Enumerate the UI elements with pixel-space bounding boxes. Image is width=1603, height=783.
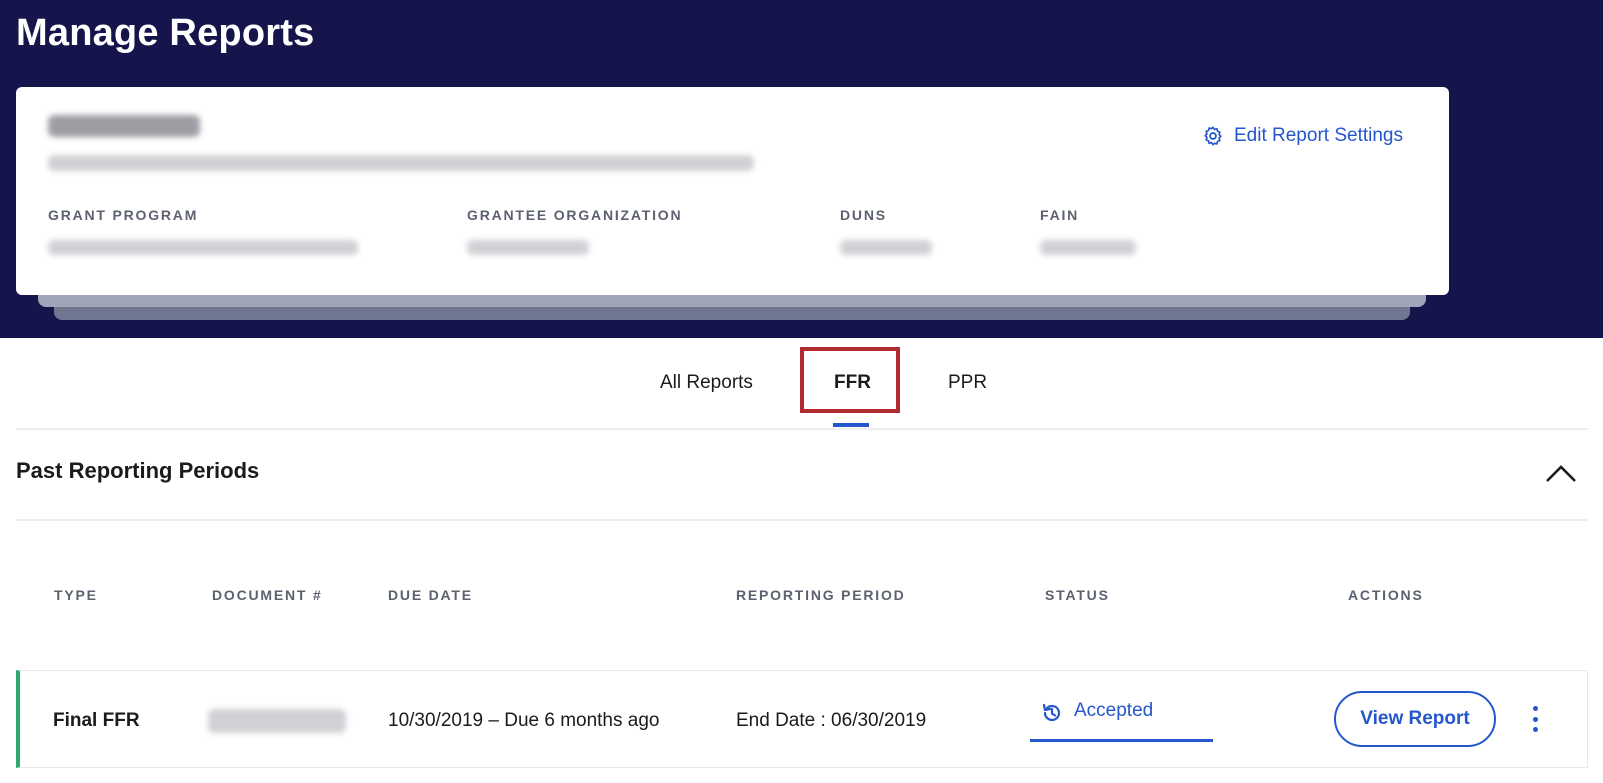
gear-icon bbox=[1204, 126, 1222, 146]
active-tab-indicator bbox=[833, 423, 869, 427]
column-header-type: TYPE bbox=[54, 587, 98, 603]
column-header-status: STATUS bbox=[1045, 587, 1110, 603]
redacted-grant-id bbox=[48, 115, 200, 137]
grant-summary-card: Edit Report Settings GRANT PROGRAM GRANT… bbox=[16, 87, 1449, 295]
redacted-duns bbox=[840, 240, 932, 255]
column-header-document: DOCUMENT # bbox=[212, 587, 323, 603]
status-label: Accepted bbox=[1074, 700, 1154, 721]
redacted-document-number bbox=[208, 709, 346, 733]
history-icon bbox=[1042, 703, 1061, 722]
column-header-reporting-period: REPORTING PERIOD bbox=[736, 587, 906, 603]
page-title: Manage Reports bbox=[16, 12, 315, 54]
section-divider bbox=[16, 519, 1588, 521]
page-header: Manage Reports Edit Report Settings GRAN… bbox=[0, 0, 1603, 338]
column-header-actions: ACTIONS bbox=[1348, 587, 1424, 603]
redacted-fain bbox=[1040, 240, 1136, 255]
chevron-up-icon[interactable] bbox=[1545, 461, 1577, 485]
redacted-grantee-organization bbox=[467, 240, 589, 255]
column-header-due-date: DUE DATE bbox=[388, 587, 473, 603]
tabs-divider bbox=[16, 428, 1588, 430]
tab-highlight-annotation bbox=[800, 347, 900, 413]
section-title: Past Reporting Periods bbox=[16, 458, 260, 483]
row-type: Final FFR bbox=[53, 710, 140, 731]
redacted-grant-name bbox=[48, 155, 754, 171]
grant-program-label: GRANT PROGRAM bbox=[48, 207, 199, 223]
tab-all-reports[interactable]: All Reports bbox=[660, 372, 753, 394]
edit-report-settings-link[interactable]: Edit Report Settings bbox=[1202, 125, 1403, 147]
view-report-button[interactable]: View Report bbox=[1334, 691, 1496, 747]
row-due-date: 10/30/2019 – Due 6 months ago bbox=[388, 710, 660, 731]
redacted-grant-program bbox=[48, 240, 358, 255]
kebab-menu-icon[interactable] bbox=[1527, 702, 1543, 736]
tab-ppr[interactable]: PPR bbox=[948, 372, 987, 394]
status-accepted-link[interactable]: Accepted bbox=[1030, 700, 1213, 742]
duns-label: DUNS bbox=[840, 207, 887, 223]
grantee-organization-label: GRANTEE ORGANIZATION bbox=[467, 207, 683, 223]
row-reporting-period: End Date : 06/30/2019 bbox=[736, 710, 927, 731]
edit-report-settings-label: Edit Report Settings bbox=[1234, 125, 1403, 146]
fain-label: FAIN bbox=[1040, 207, 1080, 223]
